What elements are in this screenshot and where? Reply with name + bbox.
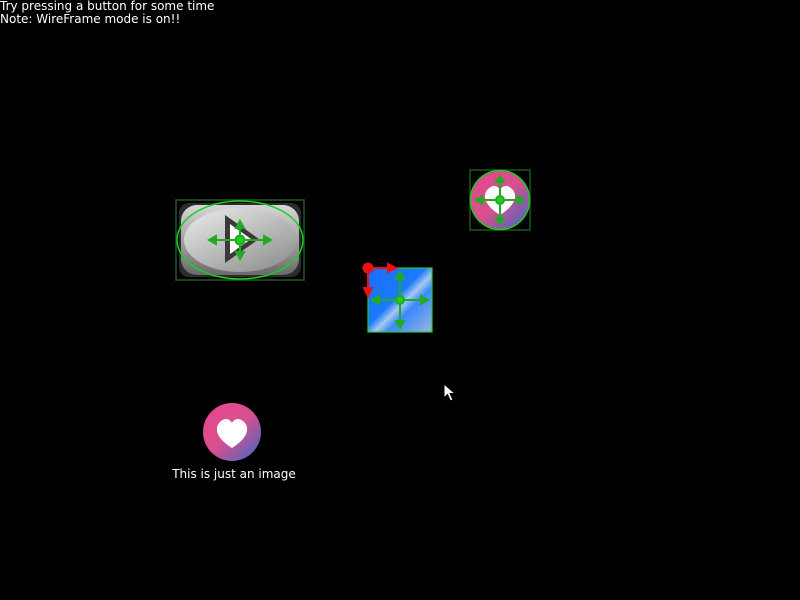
heart-image: [202, 402, 262, 462]
heart-button[interactable]: [469, 169, 531, 231]
mouse-pointer-icon: [443, 382, 457, 403]
wireframe-note: Note: WireFrame mode is on!!: [0, 12, 181, 26]
game-canvas: Try pressing a button for some time Note…: [0, 0, 800, 600]
image-caption: This is just an image: [172, 467, 296, 481]
play-button[interactable]: [175, 199, 305, 281]
blue-square-button[interactable]: [360, 260, 434, 334]
